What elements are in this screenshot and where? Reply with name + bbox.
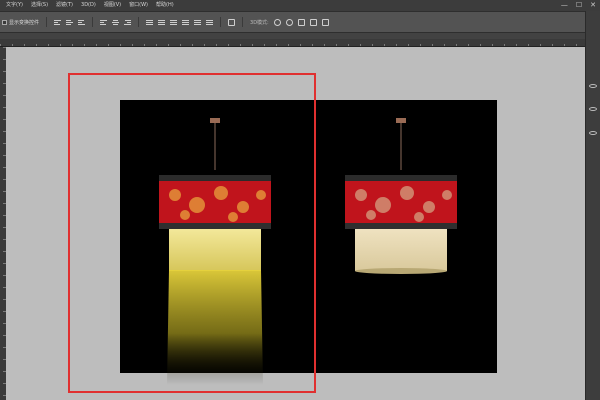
align-right-icon[interactable] <box>124 19 132 26</box>
3d-rotate-icon[interactable] <box>273 18 281 26</box>
distribute-middle-icon[interactable] <box>158 19 166 26</box>
options-bar: 显示变换控件 3D模式: <box>0 11 600 33</box>
distribute-left-icon[interactable] <box>182 19 190 26</box>
menu-filter[interactable]: 滤镜(T) <box>52 3 77 8</box>
eye-icon[interactable] <box>589 107 597 111</box>
eye-icon[interactable] <box>589 131 597 135</box>
separator <box>138 17 140 27</box>
horizontal-ruler[interactable] <box>0 39 585 47</box>
show-transform-controls[interactable]: 显示变换控件 <box>2 19 39 26</box>
align-bottom-icon[interactable] <box>78 19 86 26</box>
minimize-icon[interactable]: — <box>561 1 568 10</box>
maximize-icon[interactable]: ☐ <box>576 1 582 10</box>
separator <box>46 17 48 27</box>
right-panel <box>585 11 600 400</box>
align-middle-icon[interactable] <box>66 19 74 26</box>
distribute-bottom-icon[interactable] <box>170 19 178 26</box>
separator <box>220 17 222 27</box>
auto-align-icon[interactable] <box>228 18 236 26</box>
transform-label: 显示变换控件 <box>9 19 40 26</box>
align-center-icon[interactable] <box>112 19 120 26</box>
distribute-right-icon[interactable] <box>206 19 214 26</box>
window-controls: — ☐ ✕ <box>561 1 596 10</box>
menu-window[interactable]: 窗口(W) <box>125 3 152 8</box>
close-icon[interactable]: ✕ <box>590 1 596 10</box>
3d-mode-label: 3D模式: <box>250 19 269 26</box>
transform-checkbox[interactable] <box>2 19 7 25</box>
menu-view[interactable]: 视图(V) <box>100 3 125 8</box>
eye-icon[interactable] <box>589 84 597 88</box>
menu-select[interactable]: 选择(S) <box>27 3 52 8</box>
menu-3d[interactable]: 3D(D) <box>77 3 100 8</box>
separator <box>242 17 244 27</box>
menu-type[interactable]: 文字(Y) <box>0 3 27 8</box>
menu-help[interactable]: 帮助(H) <box>152 3 178 8</box>
distribute-top-icon[interactable] <box>146 19 154 26</box>
lamp-without-light-beam <box>345 118 457 274</box>
3d-drag-icon[interactable] <box>297 18 305 26</box>
3d-slide-icon[interactable] <box>309 18 317 26</box>
menu-bar: 文字(Y) 选择(S) 滤镜(T) 3D(D) 视图(V) 窗口(W) 帮助(H… <box>0 0 600 11</box>
3d-scale-icon[interactable] <box>321 18 329 26</box>
red-highlight-box <box>68 73 316 393</box>
align-top-icon[interactable] <box>54 19 62 26</box>
align-left-icon[interactable] <box>100 19 108 26</box>
3d-roll-icon[interactable] <box>285 18 293 26</box>
separator <box>92 17 94 27</box>
distribute-center-icon[interactable] <box>194 19 202 26</box>
